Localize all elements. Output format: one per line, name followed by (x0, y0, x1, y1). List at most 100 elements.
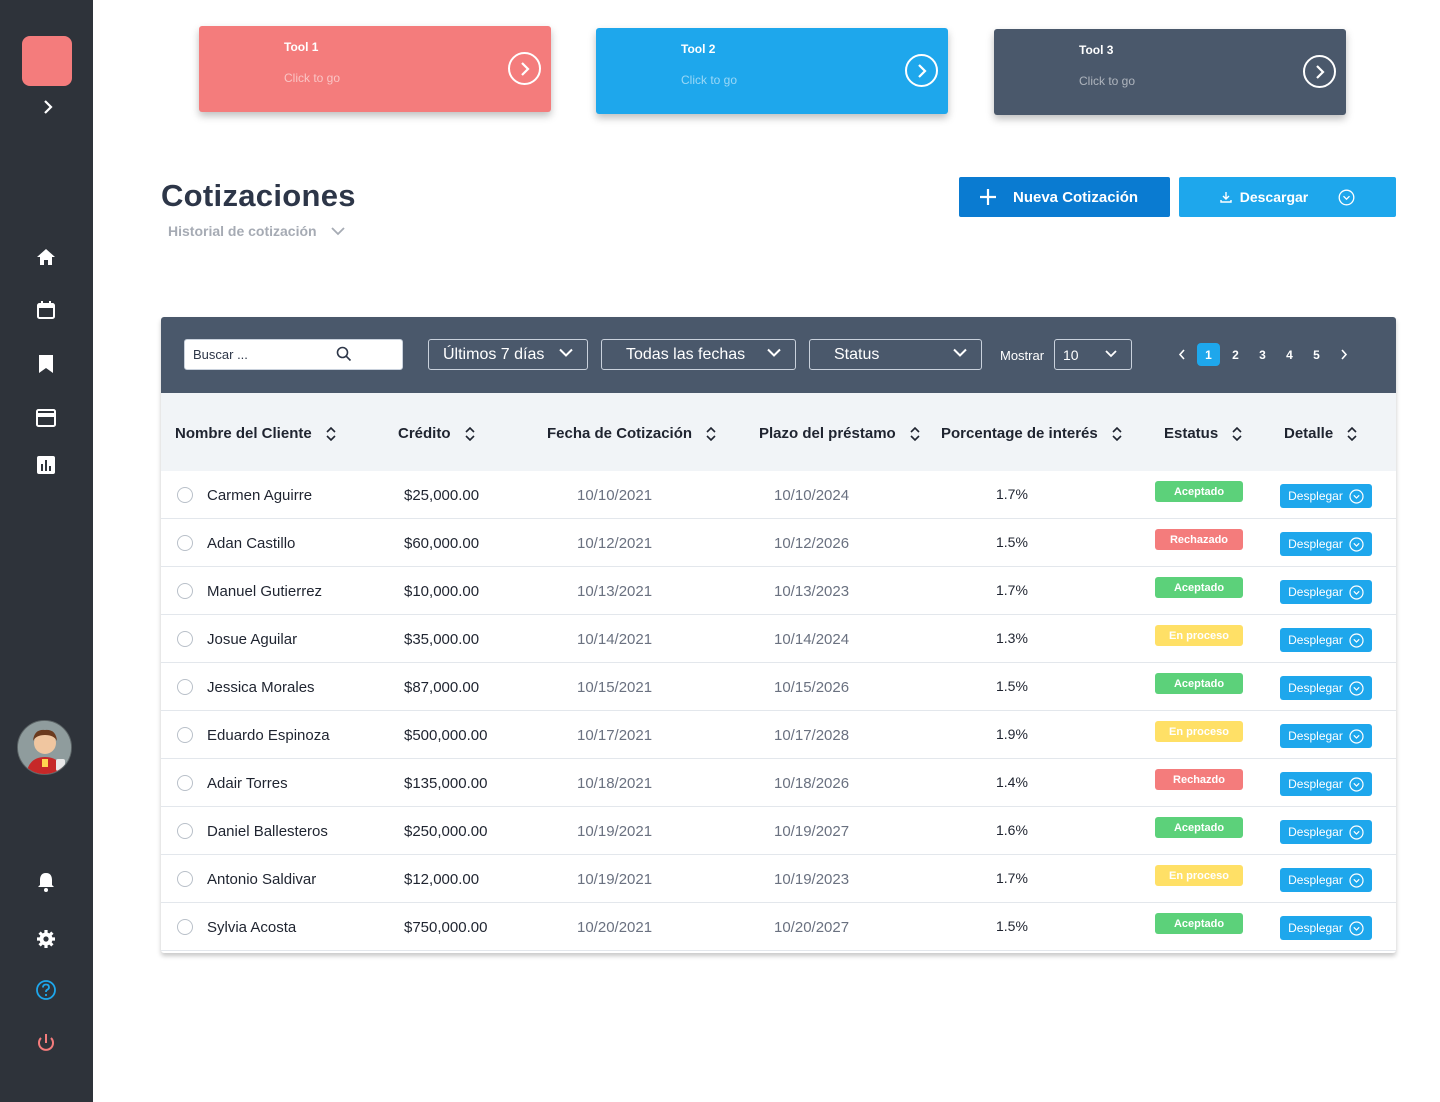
history-dropdown[interactable]: Historial de cotización (168, 223, 345, 239)
row-radio[interactable] (177, 823, 193, 839)
table-row[interactable]: Josue Aguilar $35,000.00 10/14/2021 10/14/2… (161, 615, 1396, 663)
next-page-button[interactable] (1330, 343, 1357, 366)
power-icon[interactable] (34, 1031, 58, 1055)
detail-label: Desplegar (1288, 921, 1343, 935)
tool-card-3[interactable]: Tool 3 Click to go (994, 29, 1346, 115)
sort-icon[interactable] (706, 426, 716, 441)
chevron-right-icon[interactable] (38, 97, 58, 117)
table-row[interactable]: Daniel Ballesteros $250,000.00 10/19/2021 1… (161, 807, 1396, 855)
detail-label: Desplegar (1288, 825, 1343, 839)
app-logo[interactable] (22, 36, 72, 86)
expand-detail-button[interactable]: Desplegar (1280, 580, 1372, 604)
dates-dropdown[interactable]: Todas las fechas (601, 339, 796, 370)
sort-icon[interactable] (326, 426, 336, 441)
interest-rate: 1.4% (996, 774, 1028, 790)
chevron-right-icon[interactable] (905, 54, 938, 87)
expand-detail-button[interactable]: Desplegar (1280, 772, 1372, 796)
home-icon[interactable] (34, 245, 58, 269)
column-header[interactable]: Crédito (398, 425, 475, 442)
column-header[interactable]: Fecha de Cotización (547, 425, 716, 442)
table-row[interactable]: Jessica Morales $87,000.00 10/15/2021 10/15… (161, 663, 1396, 711)
row-radio[interactable] (177, 871, 193, 887)
client-name: Sylvia Acosta (207, 919, 297, 936)
row-radio[interactable] (177, 775, 193, 791)
expand-detail-button[interactable]: Desplegar (1280, 628, 1372, 652)
detail-label: Desplegar (1288, 489, 1343, 503)
filter-bar: Buscar ... Últimos 7 días Todas las fech… (161, 317, 1396, 393)
quote-date: 10/12/2021 (577, 535, 653, 552)
row-radio[interactable] (177, 919, 193, 935)
page-button[interactable]: 2 (1222, 343, 1249, 366)
expand-detail-button[interactable]: Desplegar (1280, 916, 1372, 940)
chart-icon[interactable] (34, 453, 58, 477)
search-input[interactable]: Buscar ... (184, 339, 403, 370)
column-header[interactable]: Detalle (1284, 425, 1357, 442)
page-button[interactable]: 3 (1249, 343, 1276, 366)
table-row[interactable]: Antonio Saldivar $12,000.00 10/19/2021 10/1… (161, 855, 1396, 903)
range-dropdown[interactable]: Últimos 7 días (428, 339, 588, 370)
tool-card-1[interactable]: Tool 1 Click to go (199, 26, 551, 112)
quote-date: 10/14/2021 (577, 631, 653, 648)
row-radio[interactable] (177, 535, 193, 551)
status-badge: Aceptado (1155, 673, 1243, 694)
loan-term-date: 10/20/2027 (774, 919, 850, 936)
table-row[interactable]: Manuel Gutierrez $10,000.00 10/13/2021 10/1… (161, 567, 1396, 615)
quote-date: 10/19/2021 (577, 823, 653, 840)
table-row[interactable]: Adair Torres $135,000.00 10/18/2021 10/18/2… (161, 759, 1396, 807)
credit-amount: $87,000.00 (404, 679, 480, 696)
status-badge: En proceso (1155, 865, 1243, 886)
sort-icon[interactable] (1347, 426, 1357, 441)
loan-term-date: 10/19/2027 (774, 823, 850, 840)
row-radio[interactable] (177, 679, 193, 695)
chevron-right-icon[interactable] (1303, 55, 1336, 88)
row-radio[interactable] (177, 583, 193, 599)
table-header: Nombre del Cliente Crédito Fecha de Coti… (161, 393, 1396, 471)
client-name: Josue Aguilar (207, 631, 298, 648)
column-header[interactable]: Porcentage de interés (941, 425, 1122, 442)
column-header[interactable]: Plazo del préstamo (759, 425, 920, 442)
chevron-down-icon (767, 348, 781, 357)
prev-page-button[interactable] (1168, 343, 1195, 366)
sort-icon[interactable] (464, 426, 475, 441)
calendar-icon[interactable] (34, 298, 58, 322)
status-badge: Aceptado (1155, 481, 1243, 502)
row-radio[interactable] (177, 487, 193, 503)
bell-icon[interactable] (34, 870, 58, 894)
bookmark-icon[interactable] (34, 352, 58, 376)
sort-icon[interactable] (910, 426, 920, 441)
sort-icon[interactable] (1232, 426, 1242, 441)
client-name: Jessica Morales (207, 679, 315, 696)
chevron-right-icon[interactable] (508, 52, 541, 85)
sort-icon[interactable] (1112, 426, 1122, 441)
column-header[interactable]: Estatus (1164, 425, 1242, 442)
search-icon[interactable] (336, 346, 352, 362)
expand-detail-button[interactable]: Desplegar (1280, 724, 1372, 748)
column-header[interactable]: Nombre del Cliente (175, 425, 336, 442)
expand-detail-button[interactable]: Desplegar (1280, 868, 1372, 892)
page-button[interactable]: 4 (1276, 343, 1303, 366)
table-row[interactable]: Carmen Aguirre $25,000.00 10/10/2021 10/10/… (161, 471, 1396, 519)
expand-detail-button[interactable]: Desplegar (1280, 484, 1372, 508)
table-row[interactable]: Adan Castillo $60,000.00 10/12/2021 10/12/2… (161, 519, 1396, 567)
table-row[interactable]: Eduardo Espinoza $500,000.00 10/17/2021 10/… (161, 711, 1396, 759)
expand-detail-button[interactable]: Desplegar (1280, 532, 1372, 556)
client-name: Adan Castillo (207, 535, 296, 552)
gear-icon[interactable] (34, 927, 58, 951)
card-icon[interactable] (34, 406, 58, 430)
row-radio[interactable] (177, 727, 193, 743)
avatar[interactable] (17, 720, 72, 775)
page-size-select[interactable]: 10 (1054, 339, 1132, 370)
page-button[interactable]: 5 (1303, 343, 1330, 366)
status-value: Status (834, 345, 880, 363)
page-button[interactable]: 1 (1197, 343, 1220, 366)
expand-detail-button[interactable]: Desplegar (1280, 820, 1372, 844)
tool-card-2[interactable]: Tool 2 Click to go (596, 28, 948, 114)
help-icon[interactable] (34, 978, 58, 1002)
new-quote-button[interactable]: Nueva Cotización (959, 177, 1170, 217)
table-row[interactable]: Sylvia Acosta $750,000.00 10/20/2021 10/20/… (161, 903, 1396, 951)
row-radio[interactable] (177, 631, 193, 647)
download-button[interactable]: Descargar (1179, 177, 1396, 217)
status-dropdown[interactable]: Status (809, 339, 982, 370)
expand-detail-button[interactable]: Desplegar (1280, 676, 1372, 700)
interest-rate: 1.6% (996, 822, 1028, 838)
